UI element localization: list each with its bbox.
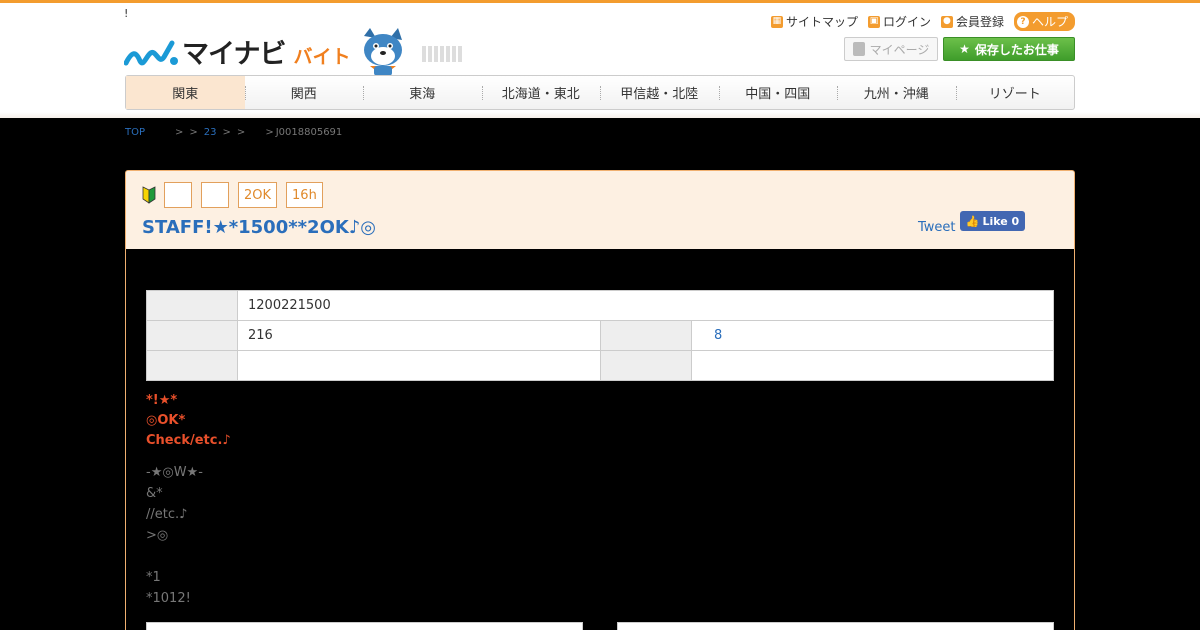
mypage-label: マイページ [869, 42, 930, 57]
header-tagline: ! [124, 7, 129, 20]
tab-resort[interactable]: リゾート [955, 76, 1075, 109]
logo-sub-text: バイト [293, 45, 351, 68]
breadcrumb-sep: > [175, 127, 184, 138]
description-line: *1012! [146, 591, 191, 606]
mascot-dog-icon [356, 26, 410, 78]
lock-icon: ▣ [867, 15, 880, 28]
job-info-table: 1200221500 216 8 [146, 290, 1054, 381]
job-badges: 2OK 16h [142, 182, 323, 208]
decor-stripes [422, 46, 462, 62]
tab-kanto[interactable]: 関東 [126, 76, 245, 109]
breadcrumb-top[interactable]: TOP [125, 127, 145, 138]
tab-chugoku-shikoku[interactable]: 中国・四国 [718, 76, 838, 109]
description-line: *1 [146, 570, 161, 585]
region-nav: 関東 関西 東海 北海道・東北 甲信越・北陸 中国・四国 九州・沖縄 リゾート [125, 75, 1075, 110]
table-cell: 1200221500 [237, 290, 1054, 321]
help-button[interactable]: ? ヘルプ [1013, 12, 1075, 31]
util-register-label: 会員登録 [955, 15, 1004, 29]
job-badge [201, 182, 229, 208]
description-line: //etc.♪ [146, 507, 188, 522]
table-header-cell [146, 350, 238, 381]
job-description: -★◎W★- &* //etc.♪ >◎ *1 *1012! [146, 462, 203, 609]
breadcrumb-sep: > [222, 127, 231, 138]
description-line: -★◎W★- [146, 465, 203, 480]
job-badge [164, 182, 192, 208]
highlight-line: Check/etc.♪ [146, 433, 231, 448]
person-icon: ● [940, 15, 953, 28]
util-login-link[interactable]: ▣ ログイン [867, 13, 931, 30]
util-sitemap-label: サイトマップ [785, 15, 858, 29]
tab-kansai[interactable]: 関西 [244, 76, 364, 109]
table-cell [691, 350, 1054, 381]
utility-links: ▦ サイトマップ ▣ ログイン ● 会員登録 ? ヘルプ [770, 12, 1075, 31]
table-row: 216 8 [146, 320, 1054, 351]
facebook-like-button[interactable]: 👍 Like 0 [960, 211, 1025, 231]
job-badge: 16h [286, 182, 323, 208]
description-line: >◎ [146, 528, 169, 543]
tab-hokkaido-tohoku[interactable]: 北海道・東北 [481, 76, 601, 109]
job-card-header: 2OK 16h STAFF!★*1500**2OK♪◎ Tweet 👍 Like… [125, 170, 1075, 249]
saved-jobs-button[interactable]: ★ 保存したお仕事 [943, 37, 1075, 61]
table-row [146, 350, 1054, 381]
breadcrumb-job-id: J0018805691 [275, 127, 343, 138]
table-cell: 216 [237, 320, 601, 351]
util-sitemap-link[interactable]: ▦ サイトマップ [770, 13, 858, 30]
table-cell-link[interactable]: 8 [691, 320, 1054, 351]
logo-mark-icon [123, 39, 180, 69]
tab-tokai[interactable]: 東海 [363, 76, 482, 109]
table-header-cell [600, 350, 692, 381]
breadcrumb-sep: > [265, 127, 274, 138]
tab-kyushu-okinawa[interactable]: 九州・沖縄 [837, 76, 956, 109]
thumbs-up-icon: 👍 [965, 214, 980, 228]
breadcrumb: TOP > > 23 > > > J0018805691 [125, 127, 342, 138]
job-badge: 2OK [238, 182, 278, 208]
util-register-link[interactable]: ● 会員登録 [940, 13, 1004, 30]
breadcrumb-sep: > [189, 127, 198, 138]
table-header-cell [146, 290, 238, 321]
job-highlight-text: *!★* ◎OK* Check/etc.♪ [146, 391, 231, 451]
help-label: ヘルプ [1031, 15, 1068, 29]
description-line [146, 546, 203, 567]
question-icon: ? [1016, 15, 1029, 28]
highlight-line: ◎OK* [146, 413, 186, 428]
star-icon: ★ [959, 42, 970, 56]
site-logo[interactable]: マイナビ バイト [123, 30, 351, 78]
content-panel-right [617, 622, 1054, 630]
highlight-line: *!★* [146, 393, 178, 408]
beginner-leaf-icon [142, 186, 156, 204]
user-icon [852, 42, 865, 56]
table-header-cell [600, 320, 692, 351]
content-panel-left [146, 622, 583, 630]
table-cell [237, 350, 601, 381]
util-login-label: ログイン [882, 15, 931, 29]
logo-brand-text: マイナビ [182, 38, 286, 70]
tweet-button[interactable]: Tweet [918, 220, 956, 235]
mypage-button[interactable]: マイページ [844, 37, 938, 61]
description-line: &* [146, 486, 163, 501]
breadcrumb-level[interactable]: 23 [204, 127, 217, 138]
sitemap-icon: ▦ [770, 15, 783, 28]
table-row: 1200221500 [146, 290, 1054, 321]
tab-koshinetsu-hokuriku[interactable]: 甲信越・北陸 [600, 76, 719, 109]
saved-jobs-label: 保存したお仕事 [974, 42, 1059, 57]
job-title[interactable]: STAFF!★*1500**2OK♪◎ [142, 217, 376, 238]
facebook-like-label: Like 0 [982, 214, 1020, 228]
header-shadow [0, 112, 1200, 118]
table-header-cell [146, 320, 238, 351]
breadcrumb-sep: > [236, 127, 246, 138]
